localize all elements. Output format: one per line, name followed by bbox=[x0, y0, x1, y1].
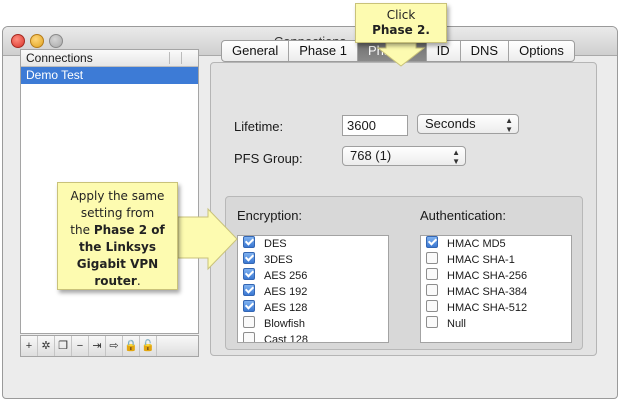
callout-text-bold: Phase 2. bbox=[372, 23, 430, 37]
top-callout-arrow bbox=[376, 42, 426, 67]
click-phase-2-callout: Click Phase 2. bbox=[355, 3, 447, 43]
callout-text-bold: router bbox=[94, 274, 137, 288]
callout-text: Apply the same bbox=[70, 189, 165, 203]
callout-text: Click bbox=[386, 8, 416, 22]
callout-text: . bbox=[136, 274, 141, 288]
callout-text-bold: the Linksys bbox=[79, 240, 156, 254]
apply-settings-callout: Apply the same setting from the Phase 2 … bbox=[57, 182, 178, 290]
callout-text: setting from bbox=[80, 206, 155, 220]
callout-text: the bbox=[70, 223, 94, 237]
callout-text-bold: Phase 2 of bbox=[93, 223, 165, 237]
left-callout-arrow bbox=[177, 207, 238, 271]
callout-text-bold: Gigabit VPN bbox=[76, 257, 159, 271]
